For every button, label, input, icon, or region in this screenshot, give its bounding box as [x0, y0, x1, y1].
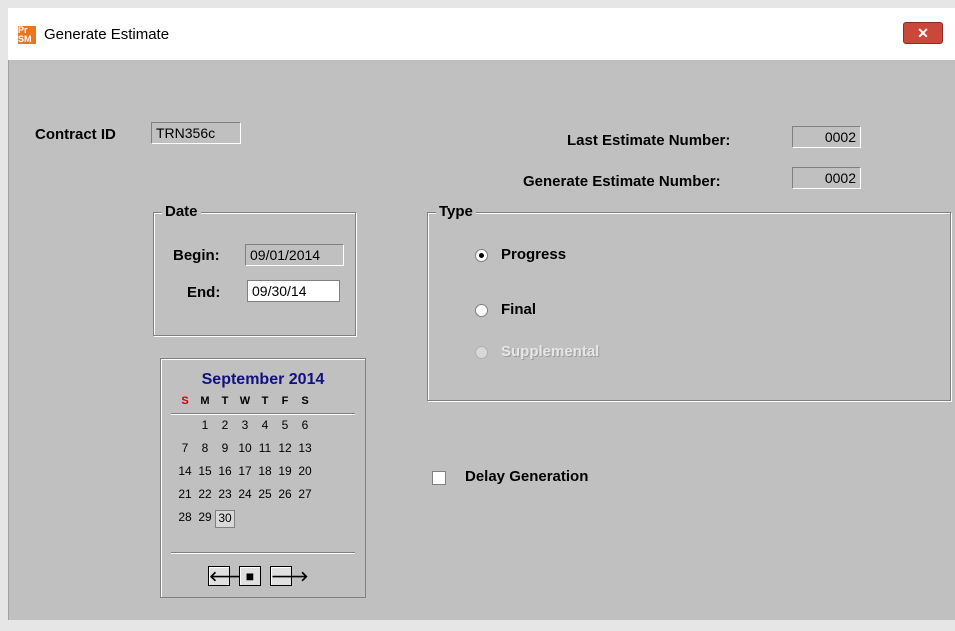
contract-id-field: TRN356c	[151, 122, 241, 144]
calendar-day[interactable]: 11	[255, 441, 275, 464]
weekday-label: M	[200, 395, 210, 407]
calendar-day	[255, 510, 275, 533]
calendar-day	[295, 510, 315, 533]
calendar-day[interactable]: 28	[175, 510, 195, 533]
calendar-day[interactable]: 12	[275, 441, 295, 464]
calendar-day	[275, 510, 295, 533]
final-radio-label: Final	[501, 301, 537, 318]
progress-radio-label: Progress	[501, 246, 567, 263]
weekday-label: T	[261, 395, 269, 407]
calendar-day[interactable]: 4	[255, 418, 275, 441]
calendar-day[interactable]: 1	[195, 418, 215, 441]
calendar-day[interactable]: 27	[295, 487, 315, 510]
arrow-right-icon: 🡒	[271, 568, 309, 584]
contract-id-label: Contract ID	[35, 126, 116, 143]
calendar-day[interactable]: 7	[175, 441, 195, 464]
calendar-month-title: September 2014	[201, 371, 325, 388]
weekday-label: T	[221, 395, 229, 407]
progress-radio[interactable]	[475, 249, 488, 262]
calendar-day[interactable]: 16	[215, 464, 235, 487]
calendar-day[interactable]: 15	[195, 464, 215, 487]
generate-estimate-window: Pr SM Generate Estimate ✕ Contract ID TR…	[0, 0, 955, 631]
calendar-day[interactable]: 19	[275, 464, 295, 487]
month-calendar[interactable]: September 2014 S M T W T F S 1 2 3 4 5 6 7 8 9 10…	[160, 358, 366, 598]
end-date-input[interactable]: 09/30/14	[247, 280, 340, 302]
calendar-day[interactable]: 3	[235, 418, 255, 441]
calendar-day[interactable]: 20	[295, 464, 315, 487]
calendar-grid: S M T W T F S 1 2 3 4 5 6 7 8 9 10 11 12 13 14 15 16 17 1…	[175, 395, 315, 533]
calendar-day[interactable]: 8	[195, 441, 215, 464]
calendar-day[interactable]: 14	[175, 464, 195, 487]
calendar-footer-divider	[171, 552, 355, 553]
generate-estimate-label: Generate Estimate Number:	[523, 173, 721, 190]
calendar-weekday-row: S M T W T F S	[175, 395, 315, 412]
window-title: Generate Estimate	[44, 26, 170, 43]
calendar-day[interactable]: 10	[235, 441, 255, 464]
begin-date-label: Begin:	[173, 247, 220, 264]
title-bar[interactable]: Pr SM Generate Estimate ✕	[8, 8, 955, 60]
date-group-title: Date	[162, 203, 201, 220]
calendar-day[interactable]: 22	[195, 487, 215, 510]
calendar-week-row: 7 8 9 10 11 12 13	[175, 441, 315, 464]
type-group-title: Type	[436, 203, 476, 220]
calendar-day	[235, 510, 255, 533]
today-button[interactable]: ■	[239, 566, 261, 586]
calendar-day[interactable]: 23	[215, 487, 235, 510]
calendar-day	[175, 418, 195, 441]
begin-date-field: 09/01/2014	[245, 244, 344, 266]
dialog-client-area: Contract ID TRN356c Last Estimate Number…	[8, 60, 955, 620]
generate-estimate-field: 0002	[792, 167, 861, 189]
calendar-week-row: 14 15 16 17 18 19 20	[175, 464, 315, 487]
date-group: Date Begin: 09/01/2014 End: 09/30/14	[153, 203, 356, 336]
calendar-header-divider	[171, 413, 355, 414]
calendar-day[interactable]: 17	[235, 464, 255, 487]
supplemental-radio	[475, 346, 488, 359]
calendar-day[interactable]: 9	[215, 441, 235, 464]
close-button[interactable]: ✕	[903, 22, 943, 44]
supplemental-radio-label: Supplemental	[501, 343, 600, 360]
calendar-day[interactable]: 26	[275, 487, 295, 510]
weekday-label: S	[181, 395, 189, 407]
calendar-week-row: 21 22 23 24 25 26 27	[175, 487, 315, 510]
end-date-label: End:	[187, 284, 221, 301]
calendar-day[interactable]: 24	[235, 487, 255, 510]
app-icon-text-bottom: SM	[18, 34, 32, 44]
delay-generation-checkbox[interactable]	[432, 471, 446, 485]
calendar-day[interactable]: 21	[175, 487, 195, 510]
delay-generation-label: Delay Generation	[465, 468, 589, 485]
calendar-day[interactable]: 6	[295, 418, 315, 441]
next-month-button[interactable]: 🡒	[270, 566, 309, 586]
app-icon: Pr SM	[18, 26, 36, 44]
square-icon: ■	[245, 568, 255, 584]
type-group: Type Progress Final Supplemental	[427, 203, 951, 401]
calendar-week-row: 28 29 30	[175, 510, 315, 533]
calendar-day[interactable]: 5	[275, 418, 295, 441]
final-radio[interactable]	[475, 304, 488, 317]
weekday-label: W	[239, 395, 251, 407]
calendar-day[interactable]: 2	[215, 418, 235, 441]
calendar-day[interactable]: 25	[255, 487, 275, 510]
calendar-day[interactable]: 30	[215, 510, 235, 528]
weekday-label: F	[281, 395, 289, 407]
prev-month-button[interactable]: 🡐	[208, 566, 247, 586]
calendar-day[interactable]: 18	[255, 464, 275, 487]
calendar-day[interactable]: 13	[295, 441, 315, 464]
close-icon: ✕	[917, 25, 929, 41]
weekday-label: S	[301, 395, 309, 407]
calendar-day[interactable]: 29	[195, 510, 215, 533]
last-estimate-field: 0002	[792, 126, 861, 148]
last-estimate-label: Last Estimate Number:	[567, 132, 731, 149]
calendar-week-row: 123456	[175, 418, 315, 441]
